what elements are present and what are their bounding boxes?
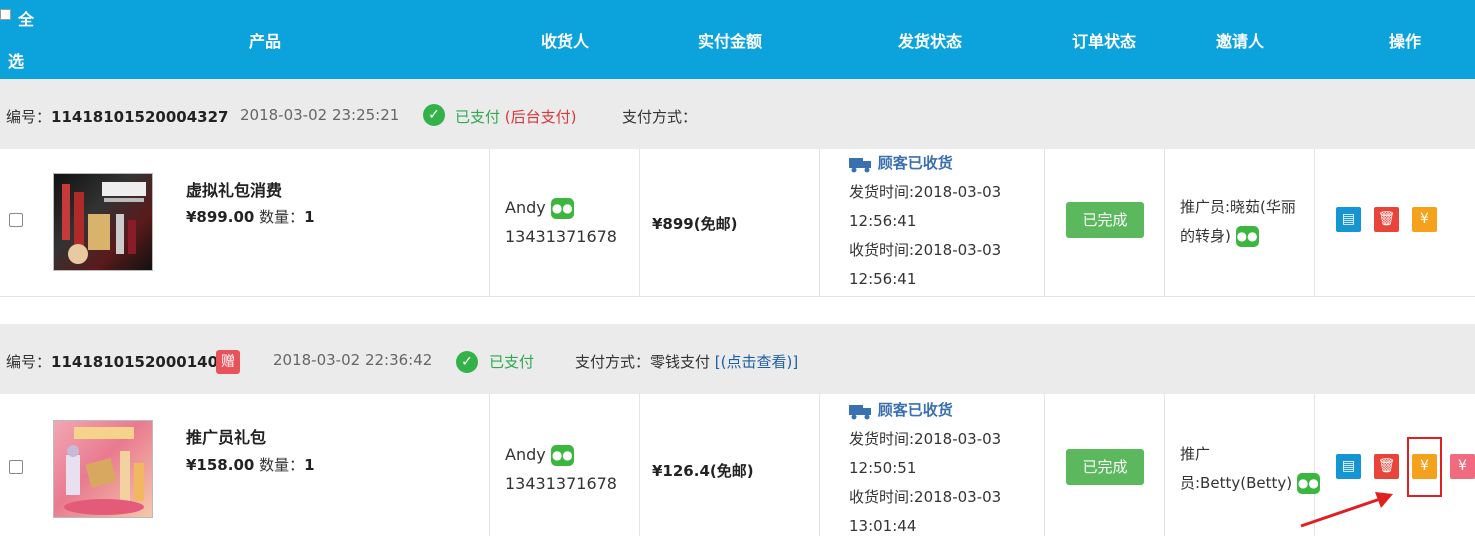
order-time: 2018-03-02 23:25:21 [240, 106, 400, 124]
inviter-line-2: 的转身) [1180, 227, 1231, 245]
receiver-name: Andy [505, 198, 546, 217]
pay-method: 支付方式： [622, 108, 698, 126]
receive-time-clock: 12:56:41 [849, 270, 917, 288]
product-name[interactable]: 虚拟礼包消费 [186, 177, 282, 201]
wechat-icon[interactable]: ●● [550, 445, 574, 466]
receiver-name: Andy [505, 445, 546, 464]
ship-status: 顾客已收货 [877, 401, 953, 419]
receiver-phone: 13431371678 [505, 474, 617, 493]
order-status-badge: 已完成 [1066, 449, 1144, 485]
truck-icon [849, 404, 871, 419]
row-checkbox[interactable] [9, 213, 23, 227]
detail-icon[interactable]: ▤ [1336, 454, 1361, 479]
delete-icon[interactable]: 🗑 [1374, 207, 1399, 232]
ship-time: 发货时间:2018-03-03 [849, 430, 1002, 448]
inviter: 推广员:晓茹(华丽 的转身) ●● [1180, 193, 1296, 251]
inviter-line-1: 推广员:晓茹(华丽 [1180, 198, 1296, 216]
paid-status: 已支付 [489, 353, 535, 371]
product-price: ¥158.00 数量：1 [186, 456, 315, 474]
receive-time: 收货时间:2018-03-03 [849, 241, 1002, 259]
annotation-arrow-icon [1300, 492, 1393, 528]
order-number: 编号：11418101520001408 [6, 353, 229, 371]
price-edit-icon[interactable]: ¥ [1412, 207, 1437, 232]
highlight-box [1407, 437, 1442, 497]
order-number: 编号：11418101520004327 [6, 108, 229, 126]
order-header: 编号：11418101520004327 2018-03-02 23:25:21… [0, 79, 1475, 149]
inviter-line-2: 员:Betty(Betty) [1180, 474, 1293, 492]
col-inviter: 邀请人 [1215, 32, 1264, 51]
ship-time-clock: 12:56:41 [849, 212, 917, 230]
col-receiver: 收货人 [540, 32, 589, 51]
order-header: 编号：11418101520001408 赠 2018-03-02 22:36:… [0, 324, 1475, 394]
order-row: 虚拟礼包消费 ¥899.00 数量：1 Andy ●● 13431371678 … [0, 149, 1475, 297]
select-all-checkbox[interactable] [0, 9, 11, 20]
ship-time-clock: 12:50:51 [849, 459, 917, 477]
col-actions: 操作 [1388, 32, 1421, 51]
paid-status: 已支付 (后台支付) [455, 108, 577, 126]
wechat-icon[interactable]: ●● [550, 198, 574, 219]
pay-method: 支付方式：零钱支付 [(点击查看)] [575, 353, 799, 371]
receiver-phone: 13431371678 [505, 227, 617, 246]
shipping-info: 顾客已收货 发货时间:2018-03-03 12:56:41 收货时间:2018… [849, 149, 1001, 294]
shipping-info: 顾客已收货 发货时间:2018-03-03 12:50:51 收货时间:2018… [849, 396, 1001, 536]
col-product: 产品 [248, 32, 281, 51]
order-status-badge: 已完成 [1066, 202, 1144, 238]
detail-icon[interactable]: ▤ [1336, 207, 1361, 232]
receive-time: 收货时间:2018-03-03 [849, 488, 1002, 506]
select-all-label-2: 选 [8, 52, 25, 71]
col-paid-amount: 实付金额 [697, 32, 762, 51]
select-all-label-1: 全 [18, 10, 35, 29]
receiver: Andy ●● 13431371678 [505, 193, 617, 251]
col-shipping-status: 发货状态 [897, 32, 962, 51]
delete-icon[interactable]: 🗑 [1374, 454, 1399, 479]
product-image[interactable] [53, 420, 153, 518]
receiver: Andy ●● 13431371678 [505, 440, 617, 498]
col-order-status: 订单状态 [1071, 32, 1136, 51]
ship-status: 顾客已收货 [877, 154, 953, 172]
truck-icon [849, 157, 871, 172]
product-image[interactable] [53, 173, 153, 271]
paid-check-icon: ✓ [423, 104, 445, 126]
view-payment-link[interactable]: [(点击查看)] [715, 353, 798, 371]
row-checkbox[interactable] [9, 460, 23, 474]
refund-icon[interactable]: ¥ [1450, 454, 1475, 479]
paid-amount: ¥899(免邮) [652, 215, 738, 233]
inviter-line-1: 推广 [1180, 445, 1211, 463]
order-row: 推广员礼包 ¥158.00 数量：1 Andy ●● 13431371678 ¥… [0, 394, 1475, 536]
receive-time-clock: 13:01:44 [849, 517, 917, 535]
paid-amount: ¥126.4(免邮) [652, 462, 754, 480]
product-image-art [62, 182, 146, 264]
product-name[interactable]: 推广员礼包 [186, 424, 266, 448]
wechat-icon[interactable]: ●● [1235, 226, 1259, 247]
product-price: ¥899.00 数量：1 [186, 208, 315, 226]
paid-check-icon: ✓ [456, 351, 478, 373]
order-time: 2018-03-02 22:36:42 [273, 351, 433, 369]
select-all[interactable]: 全 选 [0, 6, 40, 71]
product-image-art [64, 427, 144, 515]
ship-time: 发货时间:2018-03-03 [849, 183, 1002, 201]
table-header: 全 选 产品 收货人 实付金额 发货状态 订单状态 邀请人 操作 [0, 0, 1475, 79]
gift-badge: 赠 [216, 350, 240, 374]
